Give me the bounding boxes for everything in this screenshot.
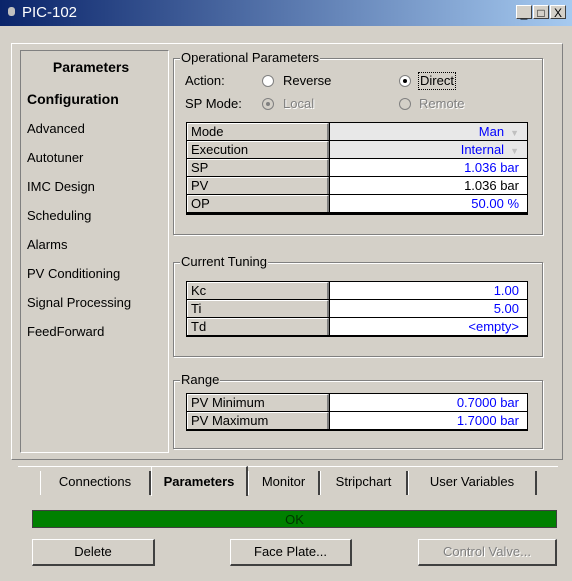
row-name: SP xyxy=(187,159,329,176)
grid-row-pv-maximum[interactable]: PV Maximum 1.7000 bar xyxy=(187,412,527,430)
mode-dropdown[interactable]: Man ▼ xyxy=(330,123,527,140)
direct-label[interactable]: Direct xyxy=(418,72,456,90)
group-label: Operational Parameters xyxy=(180,50,321,66)
row-name: Execution xyxy=(187,141,329,158)
row-name: PV xyxy=(187,177,329,194)
pv-maximum-field[interactable]: 1.7000 bar xyxy=(330,412,527,429)
sp-mode-label: SP Mode: xyxy=(185,96,242,111)
row-name: PV Minimum xyxy=(187,394,329,411)
face-plate-button[interactable]: Face Plate... xyxy=(230,539,352,566)
grid-row-pv-minimum[interactable]: PV Minimum 0.7000 bar xyxy=(187,394,527,412)
execution-dropdown[interactable]: Internal ▼ xyxy=(330,141,527,158)
grid-row-pv: PV 1.036 bar xyxy=(187,177,527,195)
dialog-window: PIC-102 _ □ X Parameters Configuration A… xyxy=(0,0,572,581)
kc-label: Kc xyxy=(191,283,207,298)
mode-value: Man xyxy=(478,124,505,139)
grid-row-op[interactable]: OP 50.00 % xyxy=(187,195,527,213)
sp-value-field[interactable]: 1.036 bar xyxy=(330,159,527,176)
td-value-field[interactable]: <empty> xyxy=(330,318,527,335)
radio-selected-dot xyxy=(266,102,270,106)
ti-value-field[interactable]: 5.00 xyxy=(330,300,527,317)
list-header: Parameters xyxy=(52,59,130,75)
list-item-autotuner[interactable]: Autotuner xyxy=(27,150,83,165)
list-item-signal-processing[interactable]: Signal Processing xyxy=(27,295,131,310)
list-item-advanced[interactable]: Advanced xyxy=(27,121,85,136)
tab-parameters[interactable]: Parameters xyxy=(151,466,248,496)
range-grid: PV Minimum 0.7000 bar PV Maximum 1.7000 … xyxy=(186,393,528,431)
tab-stripchart[interactable]: Stripchart xyxy=(320,471,408,495)
group-label: Current Tuning xyxy=(180,254,268,270)
delete-button[interactable]: Delete xyxy=(32,539,155,566)
remote-radio xyxy=(399,98,411,110)
list-item-configuration[interactable]: Configuration xyxy=(27,91,119,107)
close-button[interactable]: X xyxy=(550,5,566,20)
list-item-alarms[interactable]: Alarms xyxy=(27,237,67,252)
grid-row-td[interactable]: Td <empty> xyxy=(187,318,527,336)
local-label: Local xyxy=(283,96,315,111)
dropdown-arrow-icon[interactable]: ▼ xyxy=(510,128,519,138)
grid-row-mode[interactable]: Mode Man ▼ xyxy=(187,123,527,141)
control-valve-button: Control Valve... xyxy=(418,539,557,566)
action-label: Action: xyxy=(185,73,225,88)
remote-label: Remote xyxy=(419,96,465,111)
execution-value: Internal xyxy=(460,142,505,157)
grid-row-sp[interactable]: SP 1.036 bar xyxy=(187,159,527,177)
minimize-button[interactable]: _ xyxy=(516,5,532,20)
pv-value-field: 1.036 bar xyxy=(330,177,527,194)
row-name: Td xyxy=(187,318,329,335)
row-name: Kc xyxy=(187,282,329,299)
parameter-category-list: Parameters Configuration Advanced Autotu… xyxy=(20,50,169,453)
kc-value-field[interactable]: 1.00 xyxy=(330,282,527,299)
reverse-radio[interactable] xyxy=(262,75,274,87)
direct-radio[interactable] xyxy=(399,75,411,87)
list-item-imc-design[interactable]: IMC Design xyxy=(27,179,95,194)
tab-strip-line xyxy=(18,466,558,467)
tab-user-variables[interactable]: User Variables xyxy=(408,471,537,495)
grid-row-kc[interactable]: Kc 1.00 xyxy=(187,282,527,300)
operational-grid: Mode Man ▼ Execution Internal ▼ SP 1.036 b… xyxy=(186,122,528,215)
reverse-label[interactable]: Reverse xyxy=(283,73,331,89)
title-bar[interactable]: PIC-102 _ □ X xyxy=(0,0,572,26)
dropdown-arrow-icon[interactable]: ▼ xyxy=(510,146,519,156)
list-item-scheduling[interactable]: Scheduling xyxy=(27,208,91,223)
list-item-feedforward[interactable]: FeedForward xyxy=(27,324,104,339)
app-icon xyxy=(8,7,15,16)
pv-minimum-field[interactable]: 0.7000 bar xyxy=(330,394,527,411)
group-label: Range xyxy=(180,372,221,388)
tab-connections[interactable]: Connections xyxy=(40,471,151,495)
grid-row-ti[interactable]: Ti 5.00 xyxy=(187,300,527,318)
maximize-button[interactable]: □ xyxy=(533,5,549,20)
local-radio xyxy=(262,98,274,110)
window-title: PIC-102 xyxy=(22,4,78,21)
row-name: OP xyxy=(187,195,329,212)
row-name: Mode xyxy=(187,123,329,140)
tuning-grid: Kc 1.00 Ti 5.00 Td <empty> xyxy=(186,281,528,337)
tab-monitor[interactable]: Monitor xyxy=(248,471,320,495)
row-name: PV Maximum xyxy=(187,412,329,429)
op-value-field[interactable]: 50.00 % xyxy=(330,195,527,212)
row-name: Ti xyxy=(187,300,329,317)
grid-row-execution[interactable]: Execution Internal ▼ xyxy=(187,141,527,159)
radio-selected-dot xyxy=(403,79,407,83)
status-bar: OK xyxy=(32,510,557,528)
list-item-pv-conditioning[interactable]: PV Conditioning xyxy=(27,266,120,281)
